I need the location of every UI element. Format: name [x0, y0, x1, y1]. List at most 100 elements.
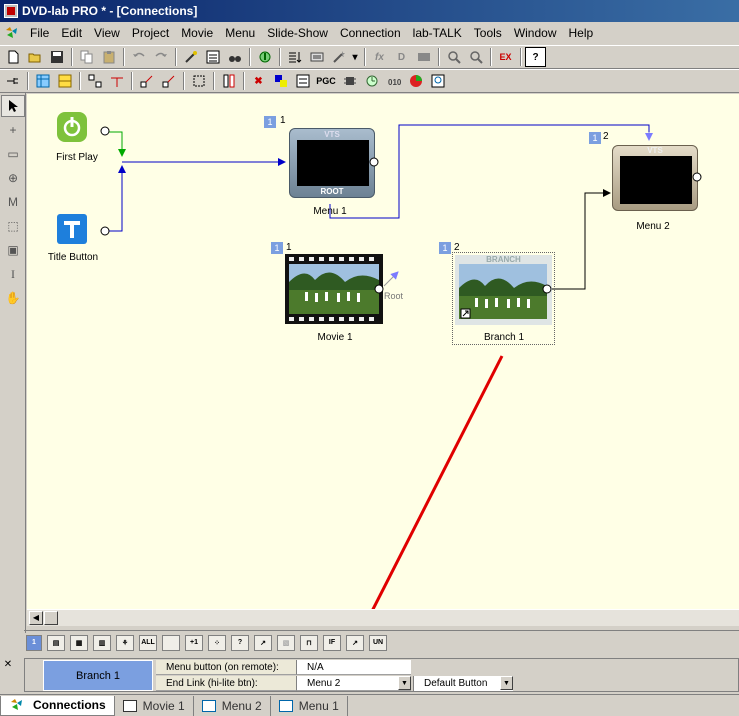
menu1-node[interactable]: VTS ROOT — [289, 128, 375, 198]
menu-button-value[interactable]: N/A — [296, 660, 411, 675]
chip-icon[interactable] — [339, 71, 360, 91]
film-strip-icon[interactable]: ▤ — [47, 634, 65, 651]
tab-connections[interactable]: Connections — [0, 695, 115, 716]
menu2-node[interactable]: VTS — [612, 145, 698, 211]
menu-menu[interactable]: Menu — [219, 26, 261, 40]
crosshair-icon[interactable]: + — [1, 119, 25, 141]
save-icon[interactable] — [46, 47, 67, 67]
new-file-icon[interactable] — [2, 47, 23, 67]
link-icon[interactable]: ↗ — [254, 634, 272, 651]
yellow-grid-icon[interactable] — [54, 71, 75, 91]
add-marker-icon[interactable]: M — [1, 191, 25, 213]
slides-icon[interactable]: ▥ — [93, 634, 111, 651]
open-folder-icon[interactable] — [24, 47, 45, 67]
blank-icon[interactable] — [162, 634, 180, 651]
number-list-icon[interactable] — [292, 71, 313, 91]
question-icon[interactable]: ? — [231, 634, 249, 651]
tree-icon[interactable]: ⚘ — [116, 634, 134, 651]
dfx-icon[interactable]: D — [391, 47, 412, 67]
menu-list-icon[interactable]: ▦ — [70, 634, 88, 651]
select-one-button[interactable]: 1 — [26, 634, 42, 651]
magic-wand-icon[interactable] — [328, 47, 349, 67]
movie1-port[interactable] — [374, 284, 384, 294]
first-play-node[interactable] — [57, 112, 87, 142]
connect-2-icon[interactable] — [158, 71, 179, 91]
menu1-port[interactable] — [369, 157, 379, 167]
all-button[interactable]: ALL — [139, 634, 157, 651]
end-link-select[interactable]: Menu 2 ▼ — [296, 676, 411, 691]
hand-icon[interactable]: ✋ — [1, 287, 25, 309]
menu-connection[interactable]: Connection — [334, 26, 407, 40]
menu-help[interactable]: Help — [563, 26, 600, 40]
film-clip-icon[interactable] — [413, 47, 434, 67]
plus-one-button[interactable]: +1 — [185, 634, 203, 651]
branch1-port[interactable] — [542, 284, 552, 294]
shuffle-icon[interactable]: ⁘ — [208, 634, 226, 651]
menu2-port[interactable] — [692, 172, 702, 182]
undo-link-button[interactable]: UN — [369, 634, 387, 651]
pro-ex-icon[interactable]: EX — [495, 47, 516, 67]
dropdown-arrow-icon[interactable]: ▼ — [398, 676, 411, 690]
dvdlab-logo-icon[interactable] — [0, 23, 24, 43]
preview-icon[interactable] — [427, 71, 448, 91]
movie1-node[interactable] — [285, 254, 383, 324]
menu-window[interactable]: Window — [508, 26, 563, 40]
canvas-horizontal-scrollbar[interactable]: ◀ — [27, 609, 739, 626]
tab-menu-2[interactable]: Menu 2 — [194, 695, 271, 716]
title-button-node[interactable] — [57, 214, 87, 244]
default-button-select[interactable]: Default Button ▼ — [413, 676, 513, 691]
connect-icon[interactable] — [136, 71, 157, 91]
tab-menu-1[interactable]: Menu 1 — [271, 695, 348, 716]
menu-slide-show[interactable]: Slide-Show — [261, 26, 334, 40]
jump-icon[interactable]: ↗ — [346, 634, 364, 651]
menu-movie[interactable]: Movie — [175, 26, 219, 40]
title-button-port[interactable] — [100, 226, 110, 236]
add-chapter-icon[interactable]: ⊕ — [1, 167, 25, 189]
frame-icon[interactable]: ▣ — [1, 239, 25, 261]
pie-color-icon[interactable] — [405, 71, 426, 91]
pgc-button[interactable]: PGC — [314, 71, 338, 91]
select-area-icon[interactable]: ⬚ — [1, 215, 25, 237]
copy-icon[interactable] — [76, 47, 97, 67]
menu-tools[interactable]: Tools — [468, 26, 508, 40]
zoom-in-icon[interactable] — [443, 47, 464, 67]
connections-canvas[interactable]: First Play Title Button 1 1 VTS ROOT Men… — [27, 94, 739, 609]
first-play-port[interactable] — [100, 126, 110, 136]
layers-icon[interactable] — [202, 47, 223, 67]
scroll-left-arrow-icon[interactable]: ◀ — [29, 611, 43, 625]
counter-icon[interactable]: 0100 — [383, 71, 404, 91]
list-sort-icon[interactable] — [284, 47, 305, 67]
if-icon[interactable]: IF — [323, 634, 341, 651]
paste-icon[interactable] — [98, 47, 119, 67]
timer-icon[interactable] — [361, 71, 382, 91]
redo-icon[interactable] — [150, 47, 171, 67]
zoom-out-icon[interactable] — [465, 47, 486, 67]
add-menu-icon[interactable]: ▭ — [1, 143, 25, 165]
arrange-icon[interactable] — [84, 71, 105, 91]
tab-movie-1[interactable]: Movie 1 — [115, 695, 194, 716]
binoculars-icon[interactable] — [224, 47, 245, 67]
align-icon[interactable] — [188, 71, 209, 91]
menu-lab-talk[interactable]: lab-TALK — [407, 26, 468, 40]
scroll-thumb[interactable] — [44, 611, 58, 625]
transition-icon[interactable] — [306, 47, 327, 67]
select-arrow-icon[interactable] — [1, 95, 25, 117]
close-panel-icon[interactable]: ✕ — [1, 659, 15, 693]
text-tool-icon[interactable]: I — [1, 263, 25, 285]
undo-icon[interactable] — [128, 47, 149, 67]
distribute-icon[interactable] — [218, 71, 239, 91]
wizard-icon[interactable] — [180, 47, 201, 67]
compile-icon[interactable] — [254, 47, 275, 67]
branch-icon[interactable]: ⊓ — [300, 634, 318, 651]
menu-project[interactable]: Project — [126, 26, 175, 40]
pin-icon[interactable] — [2, 71, 23, 91]
grid-view-icon[interactable] — [32, 71, 53, 91]
dropdown-arrow-icon[interactable]: ▼ — [500, 676, 513, 690]
delete-link-icon[interactable]: ✖ — [248, 71, 269, 91]
color-blocks-icon[interactable] — [270, 71, 291, 91]
help-icon[interactable]: ? — [525, 47, 546, 67]
menu-file[interactable]: File — [24, 26, 55, 40]
link-red-icon[interactable] — [106, 71, 127, 91]
dropdown-arrow-icon[interactable]: ▾ — [350, 47, 360, 67]
menu-edit[interactable]: Edit — [55, 26, 88, 40]
